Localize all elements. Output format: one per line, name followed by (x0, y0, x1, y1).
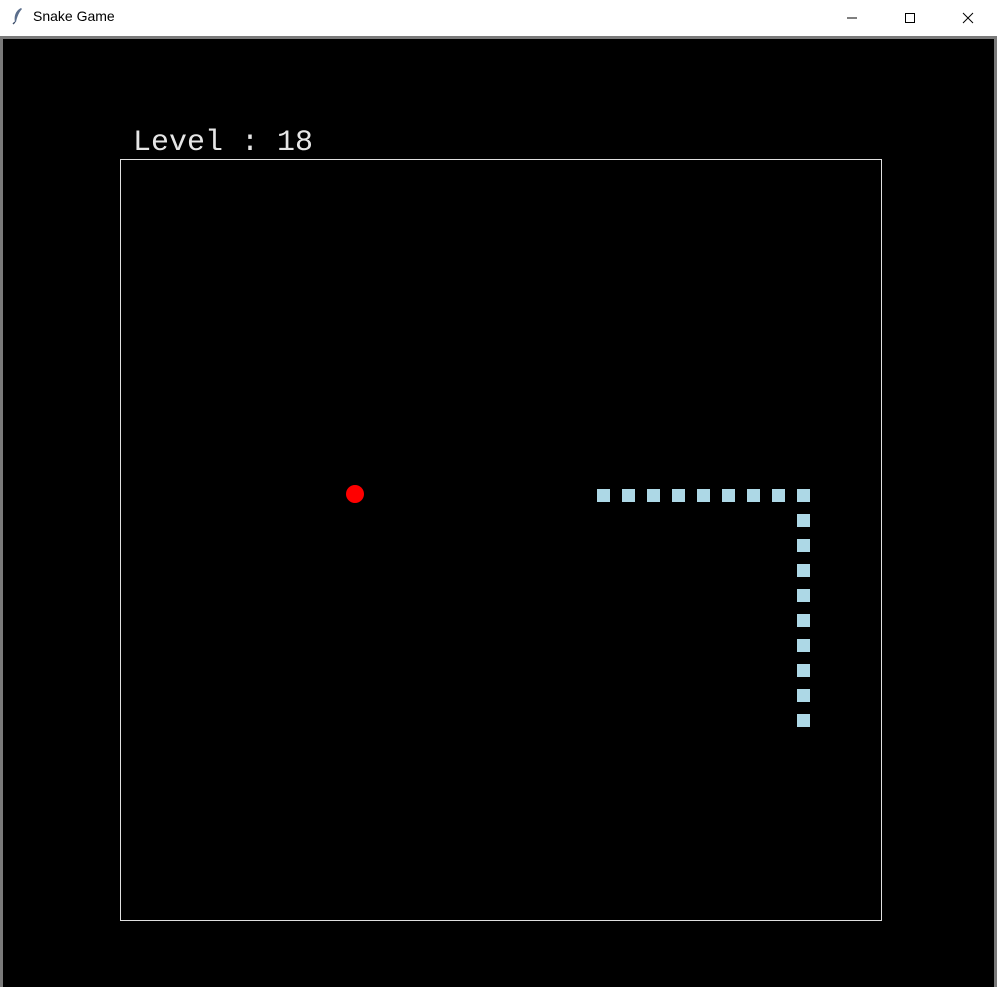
snake-head (797, 714, 810, 727)
snake-game-window: Snake Game Level : 18 (0, 0, 997, 987)
snake-segment (622, 489, 635, 502)
snake-segment (597, 489, 610, 502)
minimize-icon (847, 17, 857, 18)
snake-segment (797, 614, 810, 627)
snake-segment (772, 489, 785, 502)
title-bar[interactable]: Snake Game (0, 0, 997, 35)
snake-segment (797, 639, 810, 652)
game-canvas[interactable]: Level : 18 (3, 39, 994, 987)
close-icon (962, 12, 974, 23)
snake-segment (797, 589, 810, 602)
window-title: Snake Game (33, 8, 115, 24)
window-client-area: Level : 18 (0, 36, 997, 987)
maximize-icon (905, 12, 915, 23)
minimize-button[interactable] (823, 0, 881, 35)
snake-segment (672, 489, 685, 502)
snake-segment (797, 664, 810, 677)
feather-icon (10, 7, 26, 25)
close-button[interactable] (939, 0, 997, 35)
snake-segment (797, 564, 810, 577)
food-apple (346, 485, 364, 503)
snake-segment (797, 689, 810, 702)
snake-segment (797, 514, 810, 527)
game-board (120, 159, 882, 921)
snake-segment (647, 489, 660, 502)
snake-segment (797, 489, 810, 502)
snake-segment (797, 539, 810, 552)
level-label: Level : 18 (133, 126, 314, 160)
snake-segment (697, 489, 710, 502)
maximize-button[interactable] (881, 0, 939, 35)
snake-segment (722, 489, 735, 502)
snake-segment (747, 489, 760, 502)
